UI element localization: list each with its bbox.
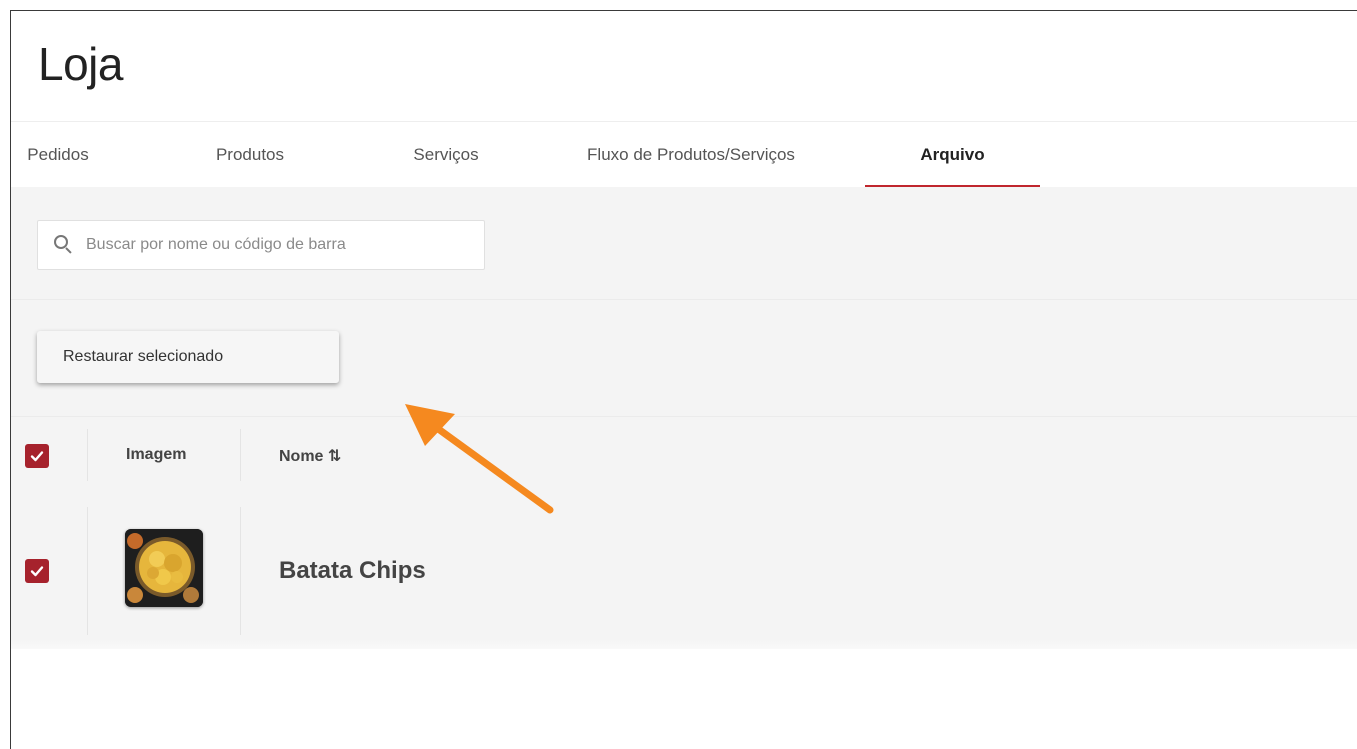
tab-arquivo[interactable]: Arquivo (865, 122, 1040, 188)
main-content: Restaurar selecionado Imagem Nome ⇅ (11, 187, 1357, 649)
column-separator (240, 429, 241, 481)
divider (11, 299, 1357, 300)
tab-fluxo[interactable]: Fluxo de Produtos/Serviços (559, 122, 823, 188)
app-window: Loja Pedidos Produtos Serviços Fluxo de … (0, 0, 1357, 749)
search-input[interactable] (86, 236, 466, 254)
search-icon (54, 235, 74, 255)
tab-servicos[interactable]: Serviços (381, 122, 511, 188)
chips-bowl-icon (125, 529, 203, 607)
restore-selected-button[interactable]: Restaurar selecionado (37, 331, 339, 383)
column-separator (87, 429, 88, 481)
tab-bar: Pedidos Produtos Serviços Fluxo de Produ… (11, 121, 1357, 188)
orange-arrow-icon (405, 404, 554, 514)
tab-produtos[interactable]: Produtos (185, 122, 315, 188)
column-separator (87, 507, 88, 635)
select-all-checkbox[interactable] (25, 444, 49, 468)
divider (11, 416, 1357, 417)
table-row-shadow (11, 639, 1357, 649)
column-separator (240, 507, 241, 635)
product-thumbnail (125, 529, 203, 607)
tab-pedidos[interactable]: Pedidos (11, 122, 105, 188)
page-header: Loja (11, 11, 1357, 121)
product-name: Batata Chips (279, 557, 426, 584)
checkmark-icon (30, 566, 44, 577)
column-header-image: Imagem (126, 446, 187, 463)
checkmark-icon (30, 451, 44, 462)
page-title: Loja (38, 38, 123, 90)
row-checkbox[interactable] (25, 559, 49, 583)
search-box[interactable] (37, 220, 485, 270)
column-header-name[interactable]: Nome ⇅ (279, 446, 341, 466)
